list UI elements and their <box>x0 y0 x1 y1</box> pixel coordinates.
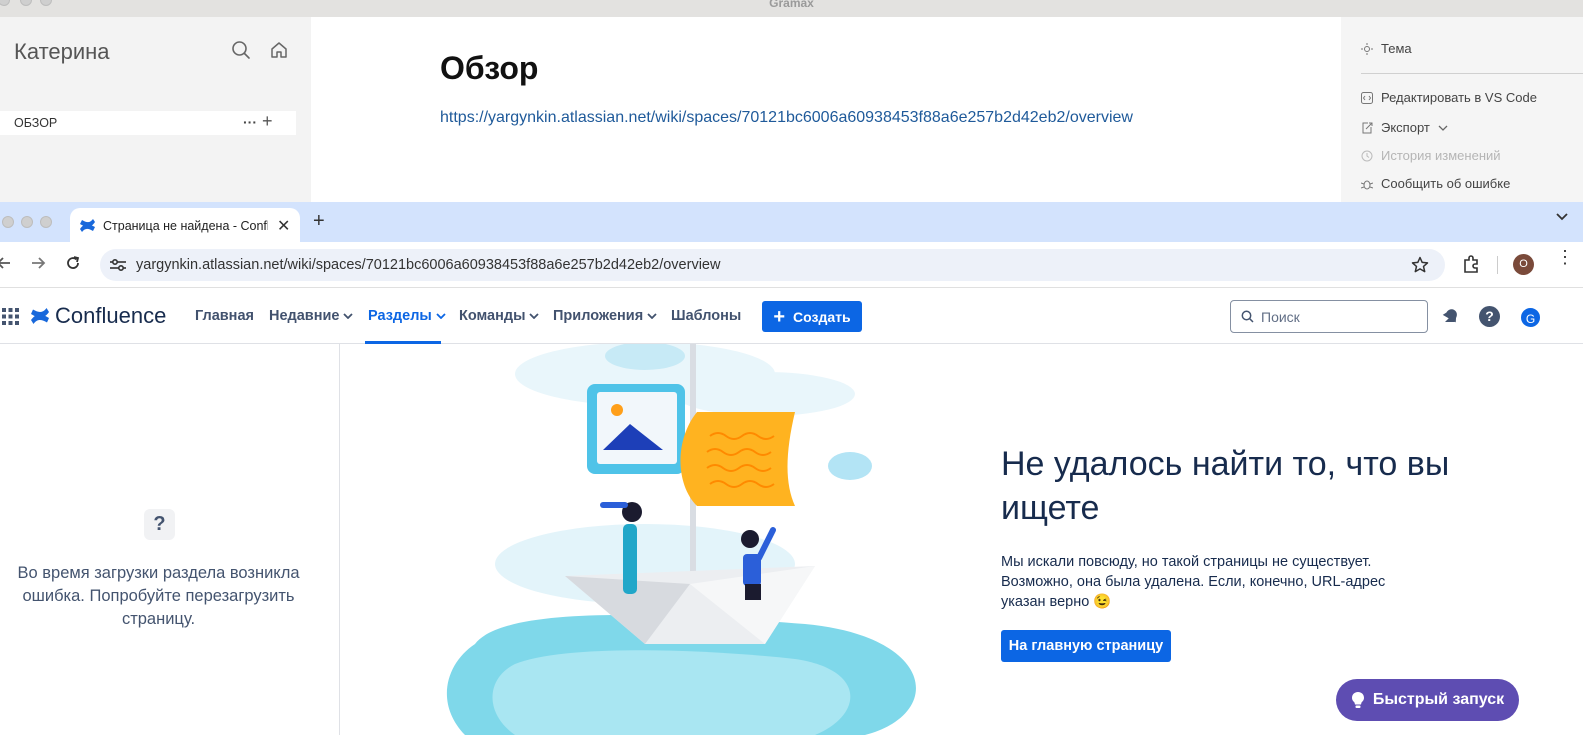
nav-apps[interactable]: Приложения <box>553 308 657 324</box>
quick-start-label: Быстрый запуск <box>1372 691 1505 708</box>
gramax-right-panel: Тема Редактировать в VS Code Экспорт Ист… <box>1341 17 1583 205</box>
catalog-name: Катерина <box>14 39 110 64</box>
browser-toolbar: yargynkin.atlassian.net/wiki/spaces/7012… <box>0 242 1583 288</box>
nav-item-overview[interactable]: ОБЗОР ··· + <box>0 111 296 135</box>
nav-teams-label: Команды <box>459 308 526 324</box>
confluence-header: Confluence Главная Недавние Разделы Кома… <box>0 289 1583 344</box>
go-home-button[interactable]: На главную страницу <box>1001 630 1171 662</box>
quick-start-button[interactable]: Быстрый запуск <box>1336 679 1519 721</box>
add-icon[interactable]: + <box>262 111 273 132</box>
browser-tab[interactable]: Страница не найдена - Confluence ✕ <box>70 208 300 242</box>
nav-templates[interactable]: Шаблоны <box>671 308 741 324</box>
menu-divider <box>1361 73 1583 74</box>
search-placeholder: Поиск <box>1261 309 1300 325</box>
gramax-titlebar: Gramax <box>0 0 1583 17</box>
home-icon[interactable] <box>269 40 289 60</box>
report-bug-menu-item[interactable]: Сообщить об ошибке <box>1361 176 1510 191</box>
profile-avatar[interactable]: O <box>1513 254 1534 275</box>
lightbulb-icon <box>1351 691 1365 709</box>
confluence-logo-icon[interactable] <box>30 306 50 326</box>
nav-home[interactable]: Главная <box>195 308 254 324</box>
space-sidebar: ? Во время загрузки раздела возникла оши… <box>0 344 340 735</box>
theme-menu-item[interactable]: Тема <box>1361 41 1412 56</box>
report-bug-label: Сообщить об ошибке <box>1381 176 1511 191</box>
browser-menu-icon[interactable]: ⋮ <box>1556 248 1574 266</box>
forward-icon[interactable] <box>30 255 46 271</box>
article-link[interactable]: https://yargynkin.atlassian.net/wiki/spa… <box>440 109 1133 127</box>
nav-home-label: Главная <box>195 308 254 324</box>
nav-apps-label: Приложения <box>553 308 644 324</box>
create-label: Создать <box>793 308 851 325</box>
site-settings-icon[interactable] <box>110 258 126 272</box>
nav-recent-label: Недавние <box>269 308 340 324</box>
more-icon[interactable]: ··· <box>243 114 257 130</box>
new-tab-icon[interactable]: + <box>313 210 325 233</box>
edit-vscode-label: Редактировать в VS Code <box>1381 90 1537 105</box>
window-minimize-button[interactable] <box>21 216 33 228</box>
export-menu-item[interactable]: Экспорт <box>1361 120 1448 135</box>
export-icon <box>1361 122 1373 134</box>
nav-spaces-label: Разделы <box>368 308 432 324</box>
not-found-heading: Не удалось найти то, что вы ищете <box>1001 445 1450 527</box>
browser-window: Страница не найдена - Confluence ✕ + yar… <box>0 202 1583 735</box>
create-button[interactable]: + Создать <box>762 301 862 332</box>
history-icon <box>1361 150 1373 162</box>
user-avatar[interactable]: G <box>1519 306 1542 329</box>
nav-recent[interactable]: Недавние <box>269 308 354 324</box>
nav-spaces[interactable]: Разделы <box>368 308 446 324</box>
chevron-down-icon <box>1438 125 1448 131</box>
article-title: Обзор <box>440 50 539 86</box>
sidebar-error-message: Во время загрузки раздела возникла ошибк… <box>17 564 300 628</box>
export-label: Экспорт <box>1381 120 1430 135</box>
gramax-sidebar: Катерина ОБЗОР ··· + <box>0 17 311 205</box>
chevron-down-icon <box>529 313 540 319</box>
plus-icon: + <box>773 305 786 328</box>
extensions-icon[interactable] <box>1462 255 1480 273</box>
theme-label: Тема <box>1381 41 1412 56</box>
search-icon[interactable] <box>231 40 251 60</box>
chevron-down-icon <box>647 313 657 319</box>
back-icon[interactable] <box>0 255 12 271</box>
window-zoom-button[interactable] <box>40 216 52 228</box>
help-icon[interactable]: ? <box>1479 306 1500 327</box>
address-bar[interactable]: yargynkin.atlassian.net/wiki/spaces/7012… <box>100 249 1445 281</box>
search-icon <box>1241 310 1254 323</box>
confluence-favicon-icon <box>79 217 96 234</box>
notifications-icon[interactable] <box>1441 307 1460 326</box>
window-close-button[interactable] <box>2 216 14 228</box>
history-label: История изменений <box>1381 148 1501 163</box>
nav-templates-label: Шаблоны <box>671 308 742 324</box>
question-icon: ? <box>144 509 175 540</box>
app-switcher-icon[interactable] <box>2 308 19 325</box>
nav-item-label: ОБЗОР <box>14 116 58 130</box>
not-found-description: Мы искали повсюду, но такой страницы не … <box>1001 554 1386 610</box>
bug-icon <box>1361 178 1373 190</box>
search-input[interactable]: Поиск <box>1230 300 1428 333</box>
reload-icon[interactable] <box>65 255 81 271</box>
close-tab-icon[interactable]: ✕ <box>277 216 290 236</box>
tab-strip: Страница не найдена - Confluence ✕ + <box>0 202 1583 242</box>
confluence-brand[interactable]: Confluence <box>55 303 166 329</box>
bookmark-star-icon[interactable] <box>1411 256 1429 274</box>
chevron-down-icon <box>436 313 446 319</box>
gramax-window: Gramax Катерина ОБЗОР ··· + Обзор https:… <box>0 0 1583 205</box>
url-text: yargynkin.atlassian.net/wiki/spaces/7012… <box>136 257 721 273</box>
code-icon <box>1361 91 1373 104</box>
history-menu-item: История изменений <box>1361 148 1501 163</box>
tab-title: Страница не найдена - Confluence <box>103 219 268 233</box>
edit-vscode-menu-item[interactable]: Редактировать в VS Code <box>1361 90 1537 105</box>
gramax-window-title: Gramax <box>769 0 814 10</box>
sun-icon <box>1361 42 1373 55</box>
chevron-down-icon <box>343 313 354 319</box>
tab-search-icon[interactable] <box>1555 212 1569 222</box>
not-found-illustration <box>345 344 945 735</box>
nav-teams[interactable]: Команды <box>459 308 540 324</box>
toolbar-divider <box>1497 256 1498 274</box>
